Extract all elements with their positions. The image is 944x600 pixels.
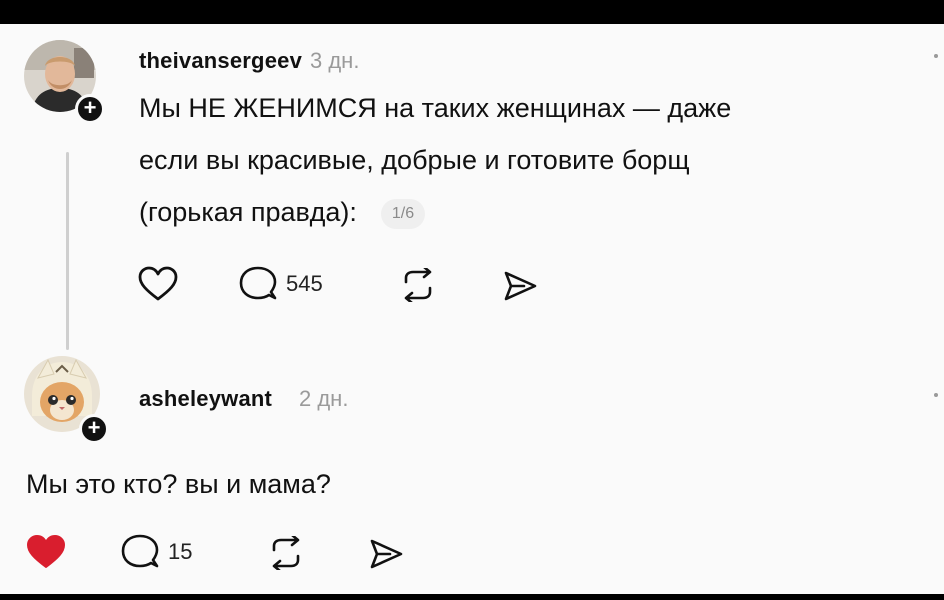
comment-bubble-icon [239, 266, 277, 300]
post-text-line: Мы НЕ ЖЕНИМСЯ на таких женщинах — даже [139, 93, 732, 123]
post-text-line: (горькая правда): [139, 197, 357, 227]
reply-count: 15 [168, 539, 193, 564]
share-button[interactable] [502, 270, 538, 302]
reply-count: 545 [286, 271, 323, 296]
post-body: Мы НЕ ЖЕНИМСЯ на таких женщинах — даже е… [139, 82, 929, 238]
heart-icon [138, 266, 178, 301]
like-button[interactable] [26, 534, 66, 570]
post-text-line: если вы красивые, добрые и готовите борщ [139, 145, 690, 175]
post-timestamp: 3 дн. [310, 48, 360, 73]
reply-button[interactable]: 15 [120, 534, 192, 570]
like-button[interactable] [138, 266, 178, 302]
post-author-username[interactable]: asheleywant [139, 386, 272, 412]
threads-feed: + theivansergeev 3 дн. Мы НЕ ЖЕНИМСЯ на … [0, 24, 944, 594]
post-timestamp: 2 дн. [299, 386, 349, 411]
thread-connector-line [66, 152, 69, 350]
send-icon [370, 539, 403, 569]
post-author-username[interactable]: theivansergeev [139, 48, 302, 74]
repost-icon [404, 268, 432, 302]
post-body: Мы это кто? вы и мама? [26, 469, 331, 499]
reply-button[interactable]: 545 [238, 266, 323, 302]
repost-button[interactable] [400, 268, 436, 302]
send-icon [504, 271, 537, 301]
more-options-icon[interactable] [934, 54, 938, 58]
heart-icon [27, 535, 65, 568]
carousel-counter: 1/6 [380, 198, 426, 229]
comment-bubble-icon [121, 534, 159, 568]
follow-plus-icon[interactable]: + [75, 94, 105, 124]
more-options-icon[interactable] [934, 393, 938, 397]
repost-icon [272, 536, 300, 570]
follow-plus-icon[interactable]: + [79, 414, 109, 444]
share-button[interactable] [368, 538, 404, 570]
post-text-line-last: (горькая правда): 1/6 [139, 186, 929, 238]
repost-button[interactable] [268, 536, 304, 570]
